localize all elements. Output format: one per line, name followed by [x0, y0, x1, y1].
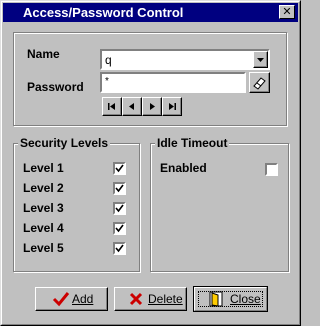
checkmark-icon: [115, 184, 124, 193]
delete-button-label: Delete: [148, 292, 183, 306]
first-record-icon: [108, 103, 115, 110]
previous-record-icon: [129, 103, 134, 110]
idle-timeout-title: Idle Timeout: [155, 135, 230, 151]
add-button[interactable]: Add: [35, 287, 108, 311]
title-bar[interactable]: Access/Password Control ✕: [3, 3, 298, 22]
credentials-group: Name q Password *: [13, 32, 287, 126]
name-value: q: [105, 53, 112, 67]
idle-enabled-checkbox[interactable]: [265, 163, 278, 176]
access-password-window: Access/Password Control ✕ Name q Passwor…: [0, 0, 301, 326]
checkmark-icon: [52, 292, 70, 307]
enabled-label: Enabled: [160, 161, 207, 175]
last-record-icon: [169, 103, 176, 110]
eraser-icon: [253, 77, 266, 90]
level-1-checkbox[interactable]: [113, 162, 126, 175]
window-title: Access/Password Control: [23, 5, 184, 20]
security-levels-group: Security Levels Level 1 Level 2 Level 3 …: [13, 135, 140, 272]
clear-password-button[interactable]: [249, 72, 270, 93]
close-button-label: Close: [230, 292, 261, 306]
last-record-button[interactable]: [162, 97, 182, 116]
checkmark-icon: [115, 224, 124, 233]
close-button[interactable]: Close: [193, 286, 268, 312]
password-value: *: [105, 76, 109, 87]
name-combobox[interactable]: q: [100, 49, 270, 70]
add-button-label: Add: [72, 292, 94, 306]
chevron-down-icon: [257, 58, 264, 62]
checkmark-icon: [115, 244, 124, 253]
first-record-button[interactable]: [102, 97, 122, 116]
level-2-label: Level 2: [23, 181, 64, 195]
security-levels-title: Security Levels: [18, 135, 111, 151]
next-record-button[interactable]: [142, 97, 162, 116]
previous-record-button[interactable]: [122, 97, 142, 116]
level-3-checkbox[interactable]: [113, 202, 126, 215]
close-window-button[interactable]: ✕: [279, 5, 295, 19]
password-field[interactable]: *: [100, 72, 246, 93]
password-label: Password: [27, 80, 84, 94]
close-icon: ✕: [282, 6, 292, 18]
level-4-checkbox[interactable]: [113, 222, 126, 235]
idle-timeout-group: Idle Timeout Enabled: [150, 135, 289, 272]
level-5-checkbox[interactable]: [113, 242, 126, 255]
delete-x-icon: [129, 292, 143, 306]
level-2-checkbox[interactable]: [113, 182, 126, 195]
level-5-label: Level 5: [23, 241, 64, 255]
checkmark-icon: [115, 204, 124, 213]
level-1-label: Level 1: [23, 161, 64, 175]
level-4-label: Level 4: [23, 221, 64, 235]
door-exit-icon: [209, 291, 223, 307]
level-3-label: Level 3: [23, 201, 64, 215]
name-dropdown-button[interactable]: [253, 51, 268, 68]
next-record-icon: [150, 103, 155, 110]
checkmark-icon: [115, 164, 124, 173]
name-label: Name: [27, 47, 60, 61]
delete-button[interactable]: Delete: [114, 287, 187, 311]
